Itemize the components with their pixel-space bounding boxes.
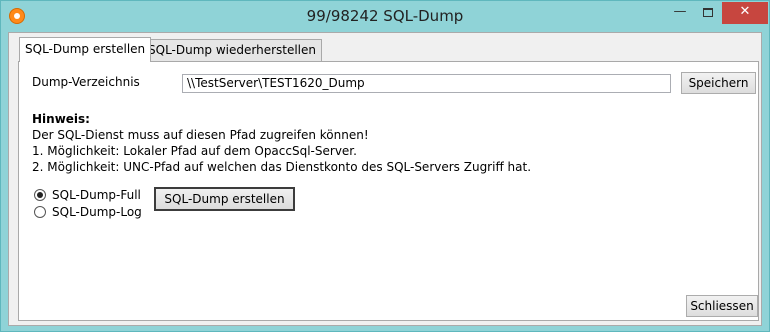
close-icon[interactable]: ✕ (722, 2, 768, 24)
title-bar[interactable]: 99/98242 SQL-Dump — ✕ (1, 1, 769, 32)
hint-option-2: 2. Möglichkeit: UNC-Pfad auf welchen das… (32, 160, 532, 174)
radio-label-log: SQL-Dump-Log (52, 205, 142, 219)
create-dump-button[interactable]: SQL-Dump erstellen (154, 187, 295, 211)
tab-sql-dump-erstellen[interactable]: SQL-Dump erstellen (19, 37, 152, 62)
dump-directory-label: Dump-Verzeichnis (32, 75, 140, 89)
client-area: SQL-Dump erstellen SQL-Dump wiederherste… (8, 32, 762, 326)
tab-sql-dump-wiederherstellen[interactable]: SQL-Dump wiederherstellen (142, 39, 323, 61)
hint-option-1: 1. Möglichkeit: Lokaler Pfad auf dem Opa… (32, 144, 357, 158)
close-button[interactable]: Schliessen (686, 295, 758, 317)
radio-label-full: SQL-Dump-Full (52, 188, 141, 202)
radio-checked-icon[interactable] (34, 189, 46, 201)
hint-heading: Hinweis: (32, 112, 90, 126)
minimize-icon[interactable]: — (667, 2, 693, 24)
save-button[interactable]: Speichern (681, 72, 756, 94)
dump-directory-input[interactable]: \\TestServer\TEST1620_Dump (182, 74, 671, 93)
window-title: 99/98242 SQL-Dump (306, 7, 464, 25)
maximize-icon[interactable] (695, 2, 721, 24)
app-window: 99/98242 SQL-Dump — ✕ SQL-Dump erstellen… (0, 0, 770, 332)
tab-panel: Dump-Verzeichnis \\TestServer\TEST1620_D… (18, 61, 759, 321)
hint-text: Der SQL-Dienst muss auf diesen Pfad zugr… (32, 128, 369, 142)
radio-unchecked-icon[interactable] (34, 206, 46, 218)
